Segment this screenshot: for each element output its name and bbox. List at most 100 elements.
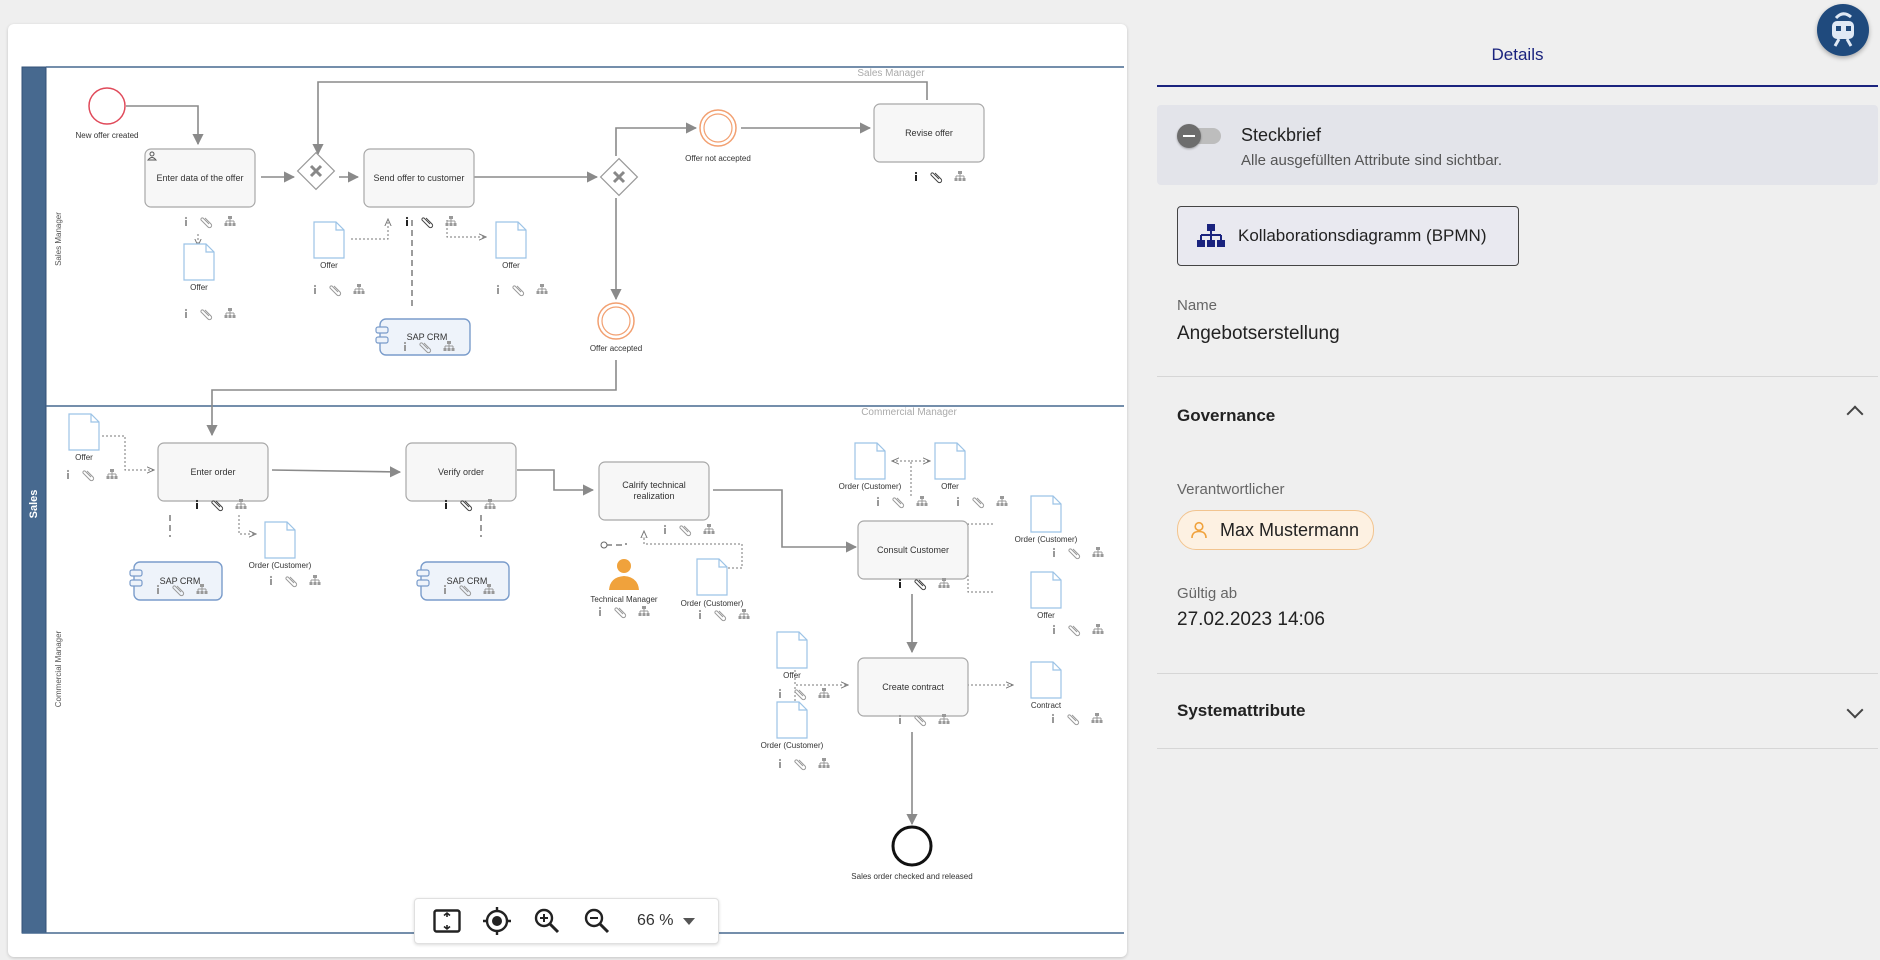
bpmn-diagram[interactable]: Sales Sales Manager Commercial Manager S…: [8, 24, 1127, 957]
governance-header[interactable]: Governance: [1177, 406, 1275, 426]
zoom-in-button[interactable]: [527, 901, 567, 941]
info-icon[interactable]: [663, 524, 667, 534]
info-icon[interactable]: [405, 216, 409, 226]
data-object-label: Order (Customer): [761, 741, 824, 750]
intermediate-event-offer-not-accepted[interactable]: [699, 109, 737, 147]
data-object-label: Offer: [320, 261, 338, 270]
task-verify-order[interactable]: Verify order: [405, 442, 517, 502]
system-sap-crm[interactable]: SAP CRM: [129, 561, 223, 601]
zoom-level-select[interactable]: 66 %: [637, 912, 696, 930]
end-event[interactable]: [891, 825, 933, 867]
data-object-label: Offer: [190, 283, 208, 292]
info-icon[interactable]: [1052, 624, 1056, 634]
info-icon[interactable]: [403, 341, 407, 351]
task-create-contract[interactable]: Create contract: [857, 657, 969, 717]
end-event-label: Sales order checked and released: [851, 872, 972, 881]
offer-not-accepted-label: Offer not accepted: [685, 154, 751, 163]
info-icon[interactable]: [778, 758, 782, 768]
data-object-label: Order (Customer): [1015, 535, 1078, 544]
task-clarify-technical-realization[interactable]: Calrify technicalrealization: [598, 461, 710, 521]
task-label: Create contract: [882, 682, 944, 692]
data-object-label: Order (Customer): [249, 561, 312, 570]
fit-to-screen-button[interactable]: [427, 901, 467, 941]
task-label: Enter order: [190, 467, 235, 477]
system-label: SAP CRM: [160, 576, 201, 586]
data-object-label: Contract: [1031, 701, 1062, 710]
info-icon[interactable]: [898, 714, 902, 724]
info-icon[interactable]: [156, 584, 160, 594]
tab-details[interactable]: Details: [1157, 30, 1878, 87]
intermediate-event-offer-accepted[interactable]: [597, 302, 635, 340]
task-send-offer-to-customer[interactable]: Send offer to customer: [363, 148, 475, 208]
task-label: Enter data of the offer: [157, 173, 244, 183]
info-icon[interactable]: [184, 216, 188, 226]
info-icon[interactable]: [269, 575, 273, 585]
system-sap-crm[interactable]: SAP CRM: [416, 561, 510, 601]
zoom-in-icon: [534, 908, 560, 934]
divider: [1157, 748, 1878, 749]
zoom-level-value: 66 %: [637, 912, 674, 929]
start-event[interactable]: [88, 87, 126, 125]
task-label: Revise offer: [905, 128, 953, 138]
steckbrief-toggle[interactable]: [1177, 124, 1223, 148]
diagram-type-button[interactable]: Kollaborationsdiagramm (BPMN): [1177, 206, 1519, 266]
name-value: Angebotserstellung: [1177, 323, 1340, 344]
info-icon[interactable]: [778, 688, 782, 698]
diagram-type-label: Kollaborationsdiagramm (BPMN): [1238, 226, 1487, 245]
info-icon[interactable]: [1052, 547, 1056, 557]
info-icon[interactable]: [184, 308, 188, 318]
task-label: Consult Customer: [877, 545, 949, 555]
system-attributes-header[interactable]: Systemattribute: [1177, 701, 1305, 721]
zoom-out-icon: [584, 908, 610, 934]
task-label: Verify order: [438, 467, 484, 477]
info-icon[interactable]: [1051, 713, 1055, 723]
org-chart-icon: [1197, 224, 1225, 247]
fit-to-screen-icon: [433, 909, 461, 933]
details-panel: Details Steckbrief Alle ausgefüllten Att…: [1157, 0, 1880, 960]
offer-accepted-label: Offer accepted: [590, 344, 642, 353]
chevron-up-icon[interactable]: [1846, 405, 1864, 423]
info-icon[interactable]: [66, 469, 70, 479]
system-sap-crm[interactable]: SAP CRM: [375, 318, 471, 356]
task-consult-customer[interactable]: Consult Customer: [857, 520, 969, 580]
start-event-label: New offer created: [76, 131, 139, 140]
info-icon[interactable]: [444, 499, 448, 509]
chevron-down-icon: [683, 917, 696, 925]
info-icon[interactable]: [496, 284, 500, 294]
task-enter-data-of-the-offer[interactable]: Enter data of the offer: [144, 148, 256, 208]
zoom-out-button[interactable]: [577, 901, 617, 941]
system-label: SAP CRM: [407, 332, 448, 342]
info-icon[interactable]: [914, 171, 918, 181]
info-icon[interactable]: [876, 496, 880, 506]
steckbrief-title: Steckbrief: [1241, 125, 1322, 145]
steckbrief-box: Steckbrief Alle ausgefüllten Attribute s…: [1157, 105, 1878, 185]
data-object-label: Offer: [75, 453, 93, 462]
info-icon[interactable]: [598, 606, 602, 616]
chevron-down-icon[interactable]: [1846, 701, 1864, 719]
data-object-contract[interactable]: Contract: [1030, 661, 1062, 710]
data-object-label: Order (Customer): [839, 482, 902, 491]
responsible-chip[interactable]: Max Mustermann: [1177, 510, 1375, 550]
person-icon: [1191, 521, 1207, 539]
task-enter-order[interactable]: Enter order: [157, 442, 269, 502]
valid-from-label: Gültig ab: [1177, 585, 1238, 602]
divider: [1157, 673, 1878, 674]
responsible-label: Verantwortlicher: [1177, 481, 1285, 498]
name-label: Name: [1177, 297, 1218, 314]
valid-from-value: 27.02.2023 14:06: [1177, 609, 1325, 630]
info-icon[interactable]: [698, 609, 702, 619]
center-button[interactable]: [477, 901, 517, 941]
technical-manager-label: Technical Manager: [590, 595, 657, 604]
info-icon[interactable]: [443, 584, 447, 594]
responsible-value: Max Mustermann: [1220, 519, 1360, 540]
data-object-label: Offer: [1037, 611, 1055, 620]
info-icon[interactable]: [195, 499, 199, 509]
info-icon[interactable]: [313, 284, 317, 294]
diagram-canvas[interactable]: Sales Sales Manager Commercial Manager S…: [8, 24, 1127, 957]
info-icon[interactable]: [898, 578, 902, 588]
info-icon[interactable]: [956, 496, 960, 506]
data-object-label: Offer: [941, 482, 959, 491]
assistant-avatar[interactable]: [1817, 4, 1869, 56]
lane-label-sales-manager: Sales Manager: [54, 212, 63, 266]
task-revise-offer[interactable]: Revise offer: [873, 103, 985, 163]
